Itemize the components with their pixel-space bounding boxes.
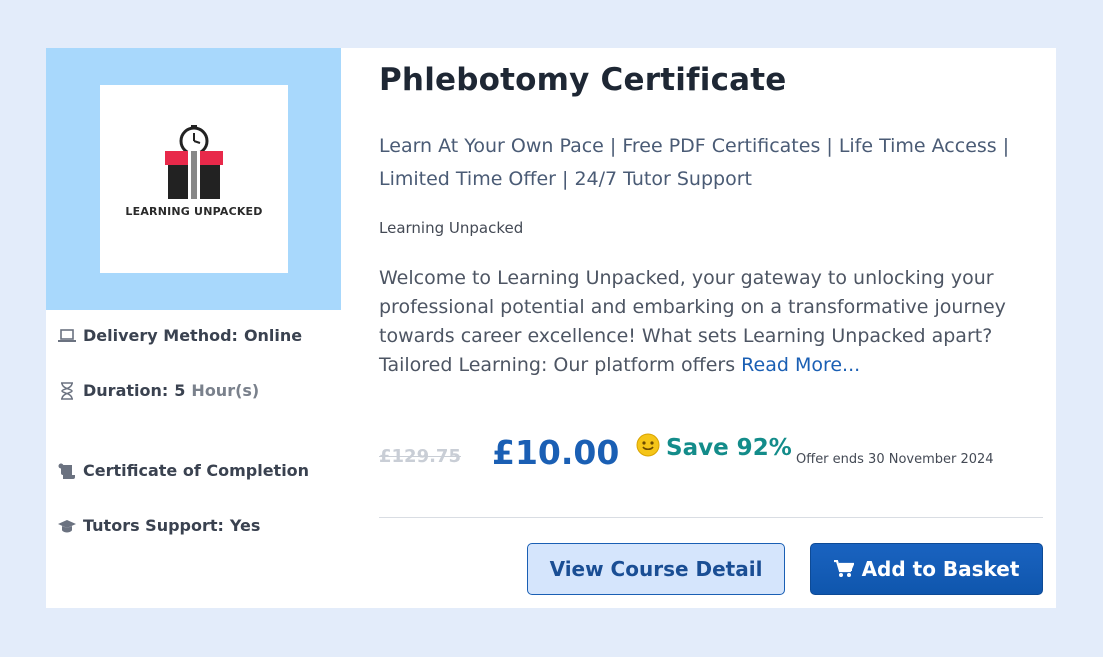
- view-course-detail-button[interactable]: View Course Detail: [527, 543, 785, 595]
- hourglass-icon: [58, 381, 76, 400]
- duration-unit: Hour(s): [191, 381, 260, 400]
- graduation-cap-icon: [58, 517, 76, 535]
- add-to-basket-button[interactable]: Add to Basket: [810, 543, 1043, 595]
- tutors-value: Yes: [229, 516, 261, 535]
- course-thumbnail[interactable]: LEARNING UNPACKED: [46, 48, 341, 310]
- laptop-icon: [58, 327, 76, 345]
- offer-end-date: Offer ends 30 November 2024: [796, 452, 994, 467]
- divider: [379, 517, 1043, 518]
- description-text: Welcome to Learning Unpacked, your gatew…: [379, 267, 1006, 376]
- course-provider[interactable]: Learning Unpacked: [379, 219, 523, 237]
- cart-icon: [833, 560, 854, 578]
- read-more-link[interactable]: Read More...: [741, 354, 860, 376]
- tutors-support-row: Tutors Support: Yes: [58, 516, 260, 535]
- course-description: Welcome to Learning Unpacked, your gatew…: [379, 264, 1043, 380]
- savings-badge: Save 92%: [636, 433, 792, 463]
- certificate-row: Certificate of Completion: [58, 461, 309, 480]
- delivery-label: Delivery Method:: [83, 326, 238, 345]
- add-to-basket-label: Add to Basket: [861, 557, 1020, 581]
- duration-label: Duration:: [83, 381, 169, 400]
- course-details: Phlebotomy Certificate Learn At Your Own…: [379, 48, 1044, 608]
- course-sidebar: LEARNING UNPACKED Delivery Method: Onlin…: [46, 48, 341, 608]
- save-text: Save 92%: [666, 435, 792, 461]
- gift-clock-logo-icon: [165, 125, 223, 199]
- duration-value: 5: [174, 381, 186, 400]
- smiley-icon: [636, 433, 660, 463]
- sale-price: £10.00: [492, 433, 620, 472]
- provider-logo: LEARNING UNPACKED: [100, 85, 288, 273]
- logo-text: LEARNING UNPACKED: [125, 205, 263, 218]
- delivery-value: Online: [243, 326, 303, 345]
- certificate-label: Certificate of Completion: [83, 461, 310, 480]
- original-price: £129.75: [379, 446, 461, 467]
- scroll-icon: [58, 462, 76, 480]
- delivery-method-row: Delivery Method: Online: [58, 326, 302, 345]
- course-card: LEARNING UNPACKED Delivery Method: Onlin…: [46, 48, 1056, 608]
- tutors-label: Tutors Support:: [83, 516, 224, 535]
- view-course-detail-label: View Course Detail: [549, 557, 763, 581]
- duration-row: Duration: 5 Hour(s): [58, 381, 259, 400]
- course-title[interactable]: Phlebotomy Certificate: [379, 62, 787, 98]
- course-tagline: Learn At Your Own Pace | Free PDF Certif…: [379, 135, 1010, 190]
